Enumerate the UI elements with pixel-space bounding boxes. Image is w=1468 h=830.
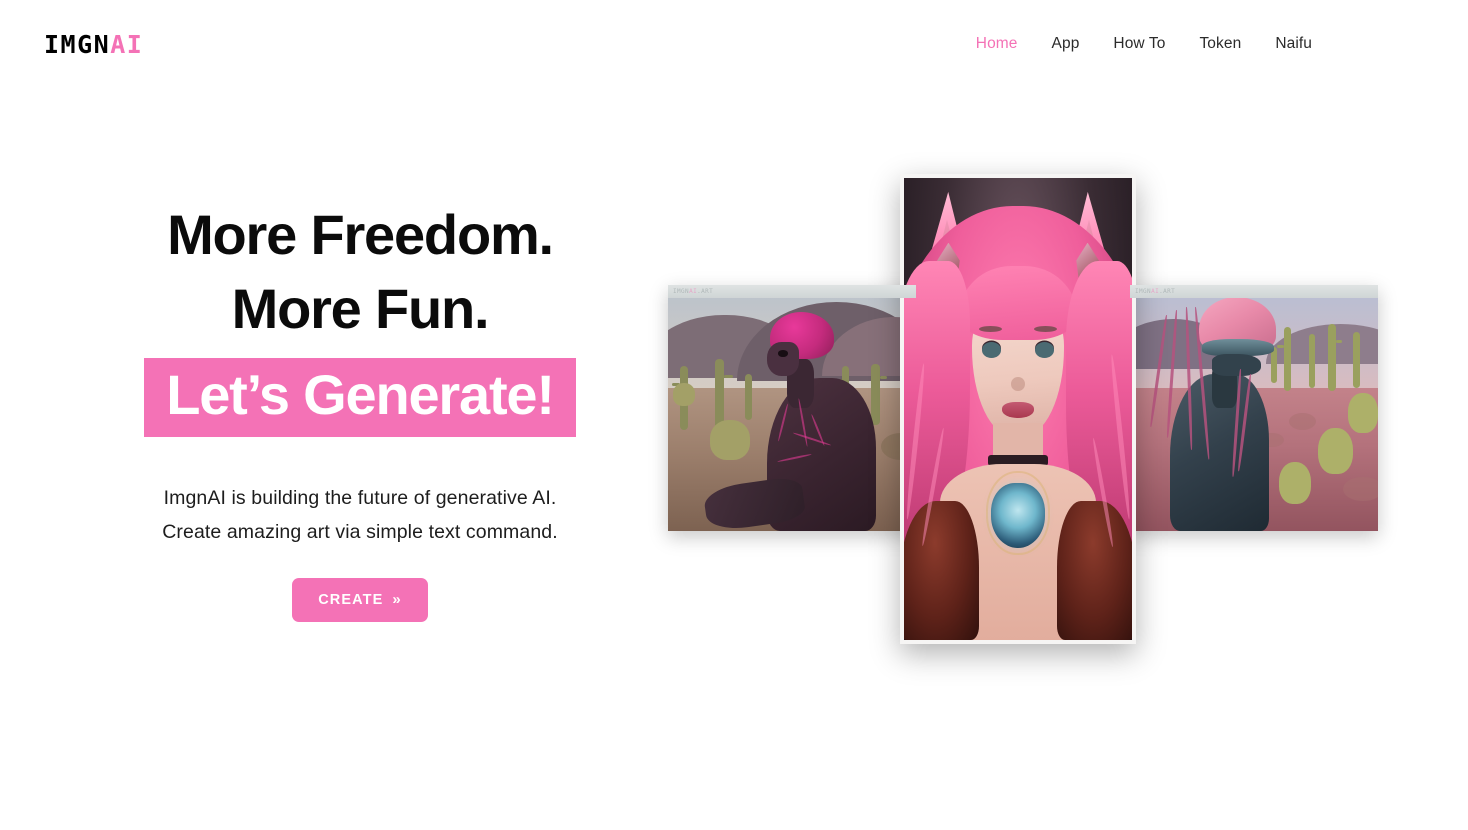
eyebrow-left [979, 325, 1003, 332]
image-watermark-bar: IMGNAI.ART [668, 285, 916, 298]
hero-headline: More Freedom. More Fun. Let’s Generate! [0, 198, 720, 437]
gallery-image-alien-desert: IMGNAI.ART [668, 285, 916, 531]
bush [1343, 476, 1378, 502]
nav-item-app[interactable]: App [1052, 35, 1080, 53]
bodice-right [1056, 501, 1132, 640]
headline-line-2: More Fun. [231, 276, 490, 340]
cyborg-jaw [1211, 353, 1262, 376]
main-navigation: Home App How To Token Naifu [976, 35, 1424, 53]
brand-logo[interactable]: IMGN AI [44, 32, 143, 57]
barrel-cactus [1348, 393, 1378, 433]
gallery-card-left[interactable]: IMGNAI.ART [668, 285, 916, 531]
eye-right [1035, 342, 1055, 358]
hero-image-carousel: IMGNAI.ART IMGNAI.ART [640, 88, 1468, 830]
nav-item-token[interactable]: Token [1199, 35, 1241, 53]
logo-text-primary: IMGN [44, 29, 111, 59]
cactus [744, 373, 752, 421]
barrel-cactus [1318, 427, 1354, 475]
gallery-card-right[interactable]: IMGNAI.ART [1130, 285, 1378, 531]
gem-pendant [990, 482, 1046, 548]
barrel-cactus [672, 383, 696, 406]
eyebrow-right [1033, 325, 1057, 332]
barrel-cactus [710, 420, 750, 460]
cactus [1353, 331, 1361, 389]
landing-page: IMGN AI Home App How To Token Naifu More … [0, 0, 1468, 830]
lips [1002, 402, 1034, 418]
create-button-label: CREATE [318, 591, 384, 608]
headline-line-1: More Freedom. [167, 203, 554, 266]
nav-item-naifu[interactable]: Naifu [1275, 35, 1312, 53]
headline-highlight: Let’s Generate! [144, 357, 576, 437]
watermark-text: IMGNAI.ART [1135, 288, 1176, 295]
hero-section: More Freedom. More Fun. Let’s Generate! … [0, 88, 1468, 830]
subtitle-line-1: ImgnAI is building the future of generat… [163, 486, 557, 509]
watermark-text: IMGNAI.ART [673, 288, 714, 295]
subtitle-line-2: Create amazing art via simple text comma… [162, 520, 558, 543]
double-chevron-right-icon: » [392, 591, 402, 609]
logo-text-accent: AI [110, 29, 144, 59]
site-header: IMGN AI Home App How To Token Naifu [0, 0, 1468, 88]
alien-eye [778, 350, 789, 357]
bodice-left [904, 501, 980, 640]
create-button[interactable]: CREATE » [292, 577, 428, 622]
cactus [1277, 326, 1292, 391]
eye-left [981, 342, 1001, 358]
gallery-image-pink-hair-portrait [904, 178, 1132, 640]
gallery-card-center[interactable] [900, 174, 1136, 644]
bush [1288, 412, 1316, 431]
gallery-image-cyber-alien-desert: IMGNAI.ART [1130, 285, 1378, 531]
nav-item-home[interactable]: Home [976, 35, 1018, 53]
cactus [1308, 334, 1316, 389]
barrel-cactus [1278, 462, 1312, 504]
hero-copy: More Freedom. More Fun. Let’s Generate! … [0, 198, 720, 622]
cactus [871, 363, 887, 426]
nose [1011, 376, 1025, 391]
cactus [1328, 324, 1343, 391]
nav-item-how-to[interactable]: How To [1113, 35, 1165, 53]
image-watermark-bar: IMGNAI.ART [1130, 285, 1378, 298]
alien-face [767, 341, 800, 377]
hero-subtitle: ImgnAI is building the future of generat… [0, 481, 720, 549]
